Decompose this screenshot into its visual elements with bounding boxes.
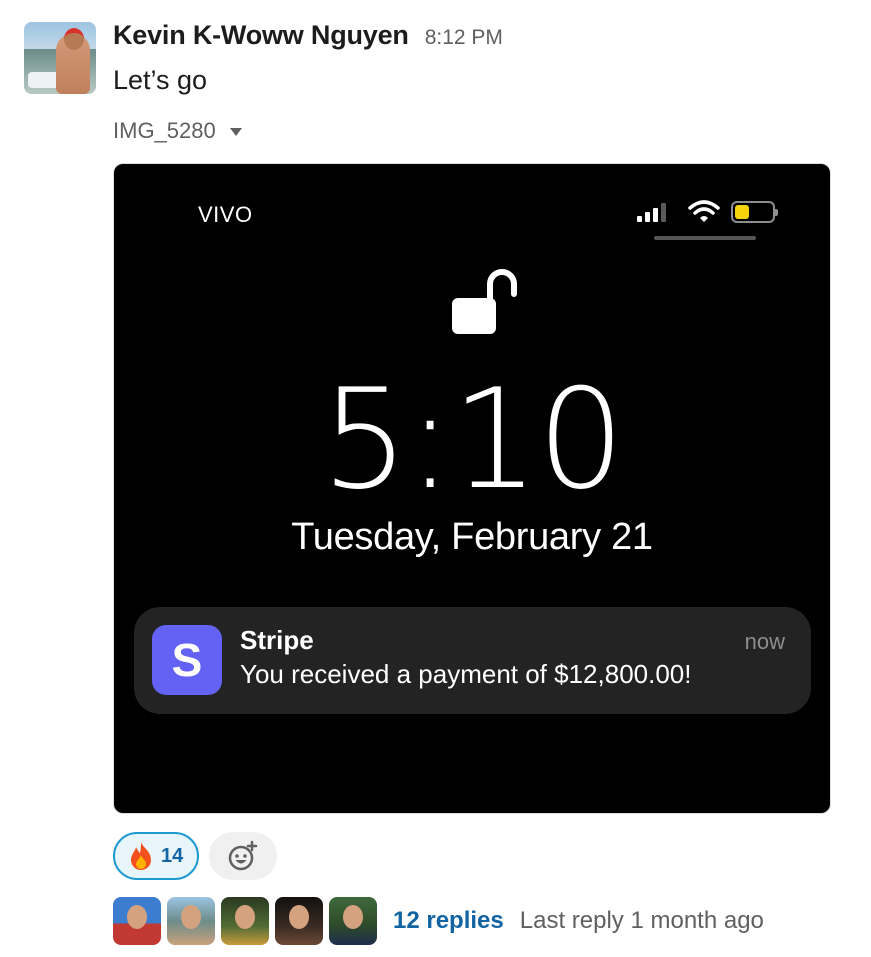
- message-timestamp[interactable]: 8:12 PM: [425, 26, 503, 50]
- message-text: Let’s go: [113, 65, 208, 95]
- wifi-icon: [688, 200, 720, 222]
- lock-screen-date: Tuesday, February 21: [291, 516, 653, 558]
- message: Kevin K-Woww Nguyen 8:12 PM Let’s go IMG…: [0, 0, 871, 957]
- add-reaction-button[interactable]: [209, 832, 278, 880]
- replier-avatar[interactable]: [221, 897, 269, 945]
- attachment-toggle[interactable]: IMG_5280: [113, 118, 242, 144]
- notification-app-name: Stripe: [240, 625, 314, 655]
- reaction-count: 14: [161, 844, 184, 867]
- reactions-bar: 14: [113, 832, 278, 880]
- avatar-head: [64, 28, 84, 50]
- sender-avatar[interactable]: [24, 22, 96, 94]
- signal-icon: [637, 202, 666, 222]
- notification-body: You received a payment of $12,800.00!: [240, 659, 692, 689]
- replier-avatar[interactable]: [275, 897, 323, 945]
- message-header: Kevin K-Woww Nguyen 8:12 PM: [113, 20, 503, 51]
- chevron-down-icon: [229, 128, 242, 136]
- notification-time: now: [744, 629, 785, 654]
- last-reply-text: Last reply 1 month ago: [519, 907, 764, 934]
- unlocked-lock-icon: [452, 269, 517, 334]
- battery-icon: [731, 201, 778, 223]
- replier-avatar[interactable]: [113, 897, 161, 945]
- replies-link[interactable]: 12 replies: [393, 907, 504, 935]
- sender-name[interactable]: Kevin K-Woww Nguyen: [113, 20, 409, 51]
- lock-screen-time: 5:10: [321, 359, 625, 520]
- stripe-app-icon: S: [152, 625, 222, 695]
- thread-summary: 12 replies Last reply 1 month ago: [113, 897, 764, 945]
- control-center-indicator: [654, 236, 756, 240]
- replier-avatar[interactable]: [329, 897, 377, 945]
- carrier-name: VIVO: [198, 202, 253, 227]
- fire-icon: [131, 842, 151, 870]
- attachment-file-name: IMG_5280: [113, 118, 216, 143]
- replier-avatar[interactable]: [167, 897, 215, 945]
- add-emoji-icon: [229, 840, 258, 871]
- battery-level: [735, 205, 749, 219]
- image-attachment[interactable]: VIVO 5:10 Tuesday, February 21 S Stripe …: [113, 163, 831, 814]
- stripe-notification: S Stripe now You received a payment of $…: [134, 607, 811, 714]
- reaction-fire[interactable]: 14: [113, 832, 200, 880]
